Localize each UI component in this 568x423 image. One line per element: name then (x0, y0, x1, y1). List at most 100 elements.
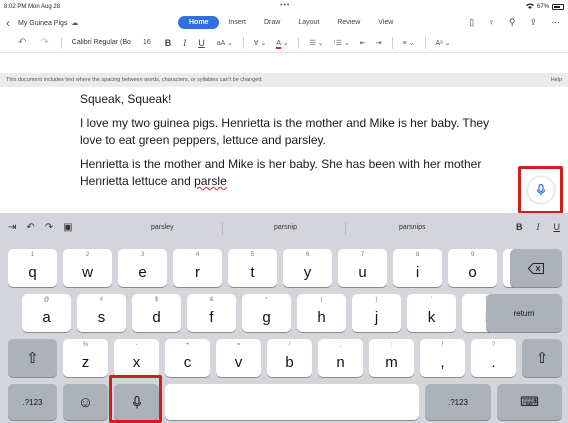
styles-icon[interactable]: Aᵃ ⌄ (436, 39, 451, 47)
key-u[interactable]: 7u (338, 249, 387, 287)
font-name-dropdown[interactable]: Calibri Regular (Bo (72, 39, 131, 46)
misspelled-word[interactable]: parsle (194, 174, 227, 188)
suggestion-divider (345, 222, 346, 235)
search-icon[interactable]: ⚲ (509, 17, 516, 28)
underline-key[interactable]: U (554, 222, 561, 232)
redo-icon[interactable]: ↷ (40, 37, 48, 48)
info-message: This document includes text where the sp… (6, 77, 263, 83)
tab-insert[interactable]: Insert (219, 16, 255, 29)
key-b[interactable]: / b (267, 339, 312, 377)
key-h[interactable]: (h (297, 294, 346, 332)
page-view-icon[interactable]: ▯ (469, 17, 474, 28)
shift-icon: ⇧ (535, 350, 549, 367)
suggestion-1[interactable]: parsley (151, 224, 174, 231)
tab-view[interactable]: View (369, 16, 402, 29)
key-e[interactable]: 3e (118, 249, 167, 287)
document-canvas[interactable]: Squeak, Squeak! I love my two guinea pig… (0, 87, 568, 213)
key-j[interactable]: ) j (352, 294, 401, 332)
italic-key[interactable]: I (537, 222, 540, 232)
shift-key-right[interactable]: ⇧ (522, 339, 562, 377)
format-keys: B I U (516, 222, 560, 232)
more-icon[interactable]: ··· (551, 17, 560, 28)
key-i[interactable]: 8i (393, 249, 442, 287)
backspace-key[interactable] (510, 249, 562, 287)
backspace-icon (528, 262, 544, 274)
align-icon[interactable]: ≡ ⌄ (403, 39, 415, 47)
bold-key[interactable]: B (516, 222, 523, 232)
undo-icon[interactable]: ↶ (18, 37, 26, 48)
space-bar[interactable] (165, 384, 419, 420)
tab-key-icon[interactable]: ⇥ (8, 222, 16, 233)
key-d[interactable]: $ d (132, 294, 181, 332)
back-chevron-icon[interactable]: ‹ (6, 17, 10, 29)
key-c[interactable]: + c (165, 339, 210, 377)
ribbon-tabs: Home Insert Draw Layout Review View (178, 16, 402, 29)
help-link[interactable]: Help (551, 77, 562, 83)
key-a[interactable]: @ a (22, 294, 71, 332)
key-y[interactable]: 6y (283, 249, 332, 287)
lightbulb-icon[interactable]: ♀ (488, 17, 495, 28)
suggestion-2[interactable]: parsnip (274, 224, 297, 231)
dictate-button[interactable] (527, 177, 554, 203)
redo-key-icon[interactable]: ↷ (45, 222, 53, 233)
emoji-key[interactable]: ☺ (63, 384, 108, 420)
toolbar-divider (391, 36, 393, 49)
tab-review[interactable]: Review (328, 16, 369, 29)
battery-icon (552, 3, 564, 10)
key-z[interactable]: % z (63, 339, 108, 377)
dictate-highlight-box (518, 166, 563, 214)
numbering-icon[interactable]: ⁝☰ ⌄ (334, 39, 350, 47)
key-f[interactable]: & f (187, 294, 236, 332)
shortcut-icons: ⇥ ↶ ↷ ▣ (8, 222, 73, 233)
key-n[interactable]: ; n (318, 339, 363, 377)
document-text[interactable]: Squeak, Squeak! I love my two guinea pig… (80, 91, 500, 197)
paste-icon[interactable]: ▣ (63, 222, 72, 233)
key-o[interactable]: 9o (448, 249, 497, 287)
document-title[interactable]: My Guinea Pigs (18, 20, 67, 27)
suggestion-divider (222, 222, 223, 235)
key-w[interactable]: 2w (63, 249, 112, 287)
highlight-color-icon[interactable]: ∀ ⌄ (254, 39, 267, 47)
key-v[interactable]: = v (216, 339, 261, 377)
font-color-icon[interactable]: A ⌄ (276, 39, 288, 49)
status-time: 8:02 PM Mon Aug 28 (4, 3, 61, 10)
document-paragraph-2[interactable]: Henrietta is the mother and Mike is her … (80, 156, 500, 190)
key-x[interactable]: -x (114, 339, 159, 377)
numbers-key-left[interactable]: .?123 (8, 384, 57, 420)
keyboard-dismiss-key[interactable]: ⌨ (497, 384, 562, 420)
toolbar-divider (424, 36, 426, 49)
document-heading[interactable]: Squeak, Squeak! (80, 91, 500, 108)
key-period[interactable]: ?. (471, 339, 516, 377)
document-paragraph-1[interactable]: I love my two guinea pigs. Henrietta is … (80, 115, 500, 149)
undo-key-icon[interactable]: ↶ (26, 222, 34, 233)
font-size-dropdown[interactable]: 16 (143, 39, 151, 46)
multitask-dots-icon[interactable]: ••• (280, 2, 290, 9)
font-size-menu-button[interactable]: aA ⌄ (217, 39, 233, 47)
key-s[interactable]: # s (77, 294, 126, 332)
return-key[interactable]: return (486, 294, 562, 332)
key-r[interactable]: 4r (173, 249, 222, 287)
tab-draw[interactable]: Draw (255, 16, 289, 29)
key-t[interactable]: 5t (228, 249, 277, 287)
suggestion-3[interactable]: parsnips (399, 224, 425, 231)
key-k[interactable]: ' k (407, 294, 456, 332)
tab-home[interactable]: Home (178, 16, 220, 29)
shift-key-left[interactable]: ⇧ (8, 339, 57, 377)
bullets-icon[interactable]: ☰ ⌄ (309, 39, 323, 47)
underline-button[interactable]: U (198, 38, 205, 48)
numbers-key-right[interactable]: .?123 (425, 384, 491, 420)
bold-button[interactable]: B (165, 38, 172, 48)
decrease-indent-icon[interactable]: ⇤ (360, 39, 366, 47)
key-g[interactable]: * g (242, 294, 291, 332)
battery-percent: 67% (536, 3, 549, 10)
share-icon[interactable]: ⇪ (529, 17, 537, 28)
info-bar: This document includes text where the sp… (0, 73, 568, 87)
tab-layout[interactable]: Layout (289, 16, 328, 29)
key-comma[interactable]: !, (420, 339, 465, 377)
key-q[interactable]: 1q (8, 249, 57, 287)
key-m[interactable]: :m (369, 339, 414, 377)
italic-button[interactable]: I (183, 38, 186, 48)
increase-indent-icon[interactable]: ⇥ (376, 39, 382, 47)
suggestion-bar: ⇥ ↶ ↷ ▣ parsley parsnip parsnips B I U (0, 213, 568, 243)
dictation-key-highlight-box (109, 375, 162, 423)
